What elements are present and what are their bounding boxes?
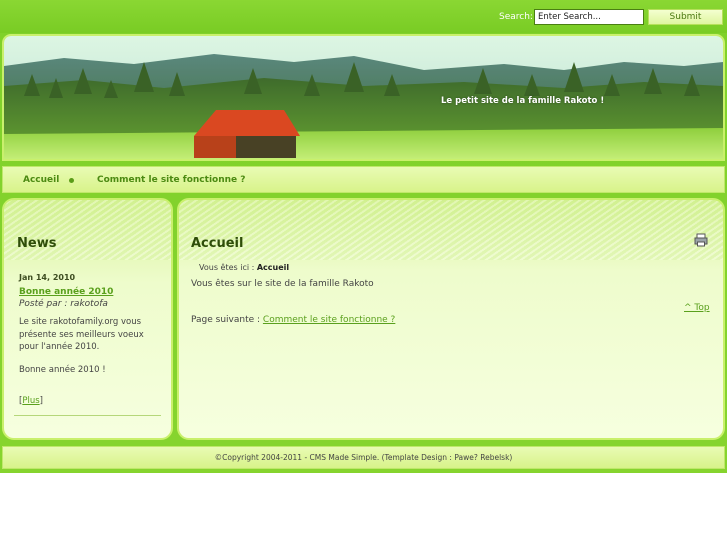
breadcrumb: Vous êtes ici : Accueil [199, 263, 289, 272]
nav-bar: Accueil Comment le site fonctionne ? [2, 166, 725, 193]
sidebar-divider [14, 415, 161, 416]
nav-item-comment-le-site-fonctionne[interactable]: Comment le site fonctionne ? [97, 175, 245, 185]
next-page-link[interactable]: Comment le site fonctionne ? [263, 315, 395, 325]
news-body-extra: Bonne année 2010 ! [19, 365, 106, 375]
page-title: Accueil [191, 236, 244, 251]
next-page-label: Page suivante : [191, 315, 263, 325]
sidebar-heading: News [17, 236, 57, 251]
top-bar: Search: Submit [0, 0, 727, 33]
footer: ©Copyright 2004-2011 - CMS Made Simple. … [2, 446, 725, 469]
breadcrumb-current: Accueil [256, 263, 290, 272]
news-more-link[interactable]: Plus [22, 396, 39, 406]
news-more-close-bracket: ] [39, 396, 43, 406]
top-link[interactable]: ^ Top [684, 303, 710, 313]
search-input[interactable] [534, 9, 644, 25]
next-page: Page suivante : Comment le site fonction… [191, 315, 395, 325]
submit-button[interactable]: Submit [648, 9, 723, 25]
main-text: Vous êtes sur le site de la famille Rako… [191, 279, 374, 289]
news-author: Posté par : rakotofa [19, 299, 108, 309]
site-title: Le petit site de la famille Rakoto ! [441, 96, 605, 106]
sidebar: News Jan 14, 2010 Bonne année 2010 Posté… [2, 198, 173, 440]
search-label: Search: [499, 12, 533, 22]
news-title-link[interactable]: Bonne année 2010 [19, 287, 113, 297]
sidebar-decoration [4, 200, 171, 260]
header-banner: Le petit site de la famille Rakoto ! [2, 34, 725, 161]
nav-bullet-icon [69, 178, 74, 183]
news-more: [Plus] [19, 396, 43, 406]
breadcrumb-prefix: Vous êtes ici : [199, 263, 257, 272]
nav-item-accueil[interactable]: Accueil [23, 175, 59, 185]
page: Search: Submit [0, 0, 727, 473]
landscape-image [4, 36, 723, 159]
news-body: Le site rakotofamily.org vous présente s… [19, 317, 144, 352]
main-content: Accueil Vous êtes ici : Accueil Vous ête… [177, 198, 725, 440]
print-icon[interactable] [694, 233, 708, 247]
main-decoration [179, 200, 723, 260]
news-date: Jan 14, 2010 [19, 273, 76, 282]
